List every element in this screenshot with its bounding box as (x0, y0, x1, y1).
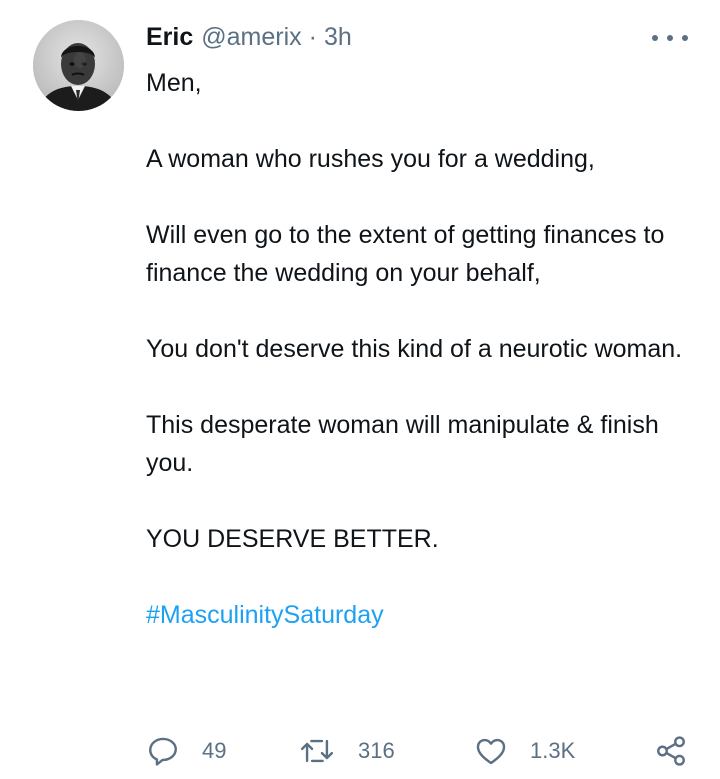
more-options-button[interactable] (652, 30, 688, 46)
retweet-button[interactable]: 316 (298, 731, 395, 771)
tweet-header: Eric @amerix · 3h (146, 20, 352, 54)
share-icon (657, 736, 685, 766)
like-count: 1.3K (530, 738, 576, 763)
reply-count: 49 (202, 738, 227, 763)
tweet-paragraph: Will even go to the extent of getting fi… (146, 221, 665, 287)
tweet-actions: 49 316 1.3K (146, 731, 691, 771)
avatar[interactable] (33, 20, 124, 111)
tweet-text: Men, A woman who rushes you for a weddin… (146, 64, 686, 634)
avatar-photo (33, 20, 124, 111)
tweet-paragraph: This desperate woman will manipulate & f… (146, 411, 659, 477)
more-horizontal-icon-dot (682, 35, 688, 41)
separator-dot: · (308, 22, 317, 51)
tweet: Eric @amerix · 3h Men, A woman who rushe… (0, 0, 720, 779)
tweet-paragraph: YOU DESERVE BETTER. (146, 525, 439, 553)
tweet-timestamp[interactable]: 3h (324, 23, 352, 52)
reply-icon (149, 737, 177, 766)
like-button[interactable]: 1.3K (474, 731, 575, 771)
author-name[interactable]: Eric (146, 23, 193, 52)
reply-button[interactable]: 49 (146, 731, 226, 771)
tweet-paragraph: A woman who rushes you for a wedding, (146, 145, 595, 173)
retweet-icon (300, 739, 334, 763)
tweet-paragraph: Men, (146, 69, 202, 97)
author-handle[interactable]: @amerix (201, 23, 301, 52)
retweet-count: 316 (358, 738, 395, 763)
more-horizontal-icon-dot (652, 35, 658, 41)
more-horizontal-icon-dot (667, 35, 673, 41)
tweet-paragraph: You don't deserve this kind of a neuroti… (146, 335, 683, 363)
heart-icon (476, 738, 506, 765)
share-button[interactable] (654, 731, 688, 771)
hashtag-link[interactable]: #MasculinitySaturday (146, 596, 686, 634)
